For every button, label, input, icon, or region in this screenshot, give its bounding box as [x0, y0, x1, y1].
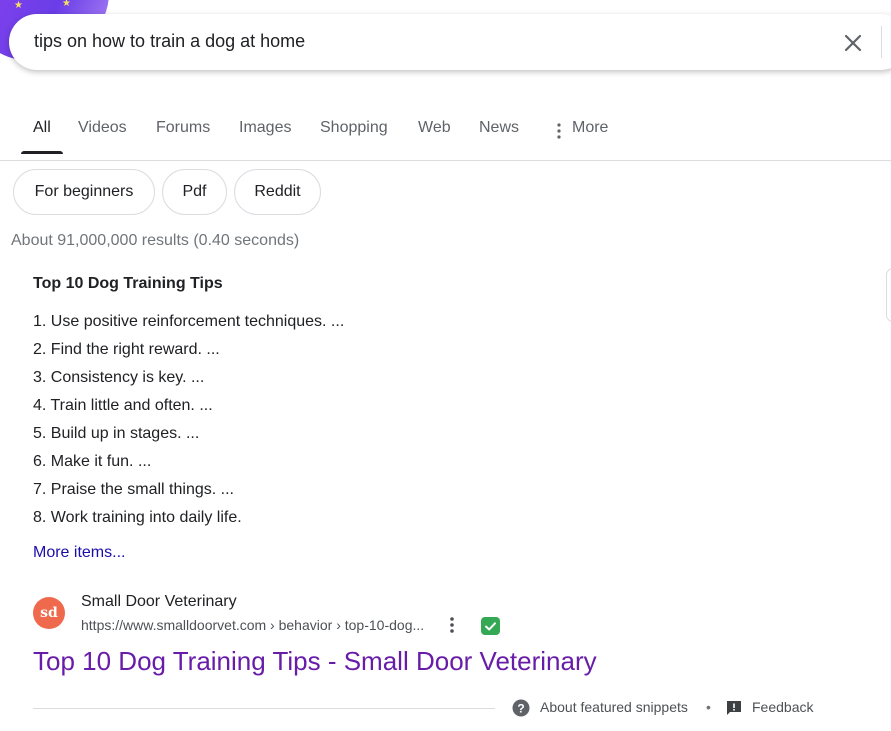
tab-videos[interactable]: Videos — [78, 119, 127, 137]
snippet-list: 1. Use positive reinforcement techniques… — [33, 312, 344, 536]
more-vert-icon[interactable] — [554, 122, 564, 140]
list-item: 4. Train little and often. ... — [33, 397, 213, 414]
list-item: 8. Work training into daily life. — [33, 509, 242, 526]
result-stats: About 91,000,000 results (0.40 seconds) — [11, 232, 300, 249]
snippet-title: Top 10 Dog Training Tips — [33, 275, 223, 292]
side-panel-edge — [886, 268, 891, 322]
search-input[interactable]: tips on how to train a dog at home — [34, 31, 305, 52]
tab-shopping[interactable]: Shopping — [320, 119, 388, 137]
tab-all[interactable]: All — [33, 119, 51, 137]
star-icon: ★ — [14, 0, 23, 11]
active-tab-indicator — [21, 151, 63, 154]
result-title-link[interactable]: Top 10 Dog Training Tips - Small Door Ve… — [33, 646, 597, 677]
list-item: 3. Consistency is key. ... — [33, 369, 205, 386]
site-favicon[interactable]: sd — [33, 597, 65, 629]
search-tabs: All Videos Forums Images Shopping Web Ne… — [0, 112, 891, 160]
site-url[interactable]: https://www.smalldoorvet.com › behavior … — [81, 617, 424, 633]
svg-text:?: ? — [517, 702, 524, 716]
footer-divider — [33, 708, 495, 709]
chip-for-beginners[interactable]: For beginners — [13, 169, 155, 215]
tabs-divider — [0, 160, 891, 161]
tab-news[interactable]: News — [479, 119, 519, 137]
close-icon[interactable] — [841, 31, 865, 55]
tab-more[interactable]: More — [572, 119, 608, 137]
result-options-icon[interactable] — [446, 615, 458, 635]
tab-forums[interactable]: Forums — [156, 119, 210, 137]
list-item: 6. Make it fun. ... — [33, 453, 152, 470]
chip-reddit[interactable]: Reddit — [234, 169, 321, 215]
list-item: 1. Use positive reinforcement techniques… — [33, 313, 345, 330]
footer-separator: • — [706, 699, 711, 715]
list-item: 5. Build up in stages. ... — [33, 425, 200, 442]
about-featured-snippets-link[interactable]: About featured snippets — [540, 699, 688, 715]
site-name[interactable]: Small Door Veterinary — [81, 593, 237, 611]
list-item: 2. Find the right reward. ... — [33, 341, 220, 358]
tab-images[interactable]: Images — [239, 119, 291, 137]
feedback-icon[interactable] — [726, 700, 742, 716]
tab-web[interactable]: Web — [418, 119, 451, 137]
star-icon: ★ — [62, 0, 71, 9]
search-bar[interactable]: tips on how to train a dog at home — [9, 14, 891, 70]
chip-pdf[interactable]: Pdf — [162, 169, 227, 215]
verified-badge-icon — [481, 617, 500, 635]
search-divider — [881, 26, 882, 58]
more-items-link[interactable]: More items... — [33, 544, 125, 562]
feedback-link[interactable]: Feedback — [752, 699, 813, 715]
help-icon[interactable]: ? — [512, 699, 530, 717]
list-item: 7. Praise the small things. ... — [33, 481, 234, 498]
